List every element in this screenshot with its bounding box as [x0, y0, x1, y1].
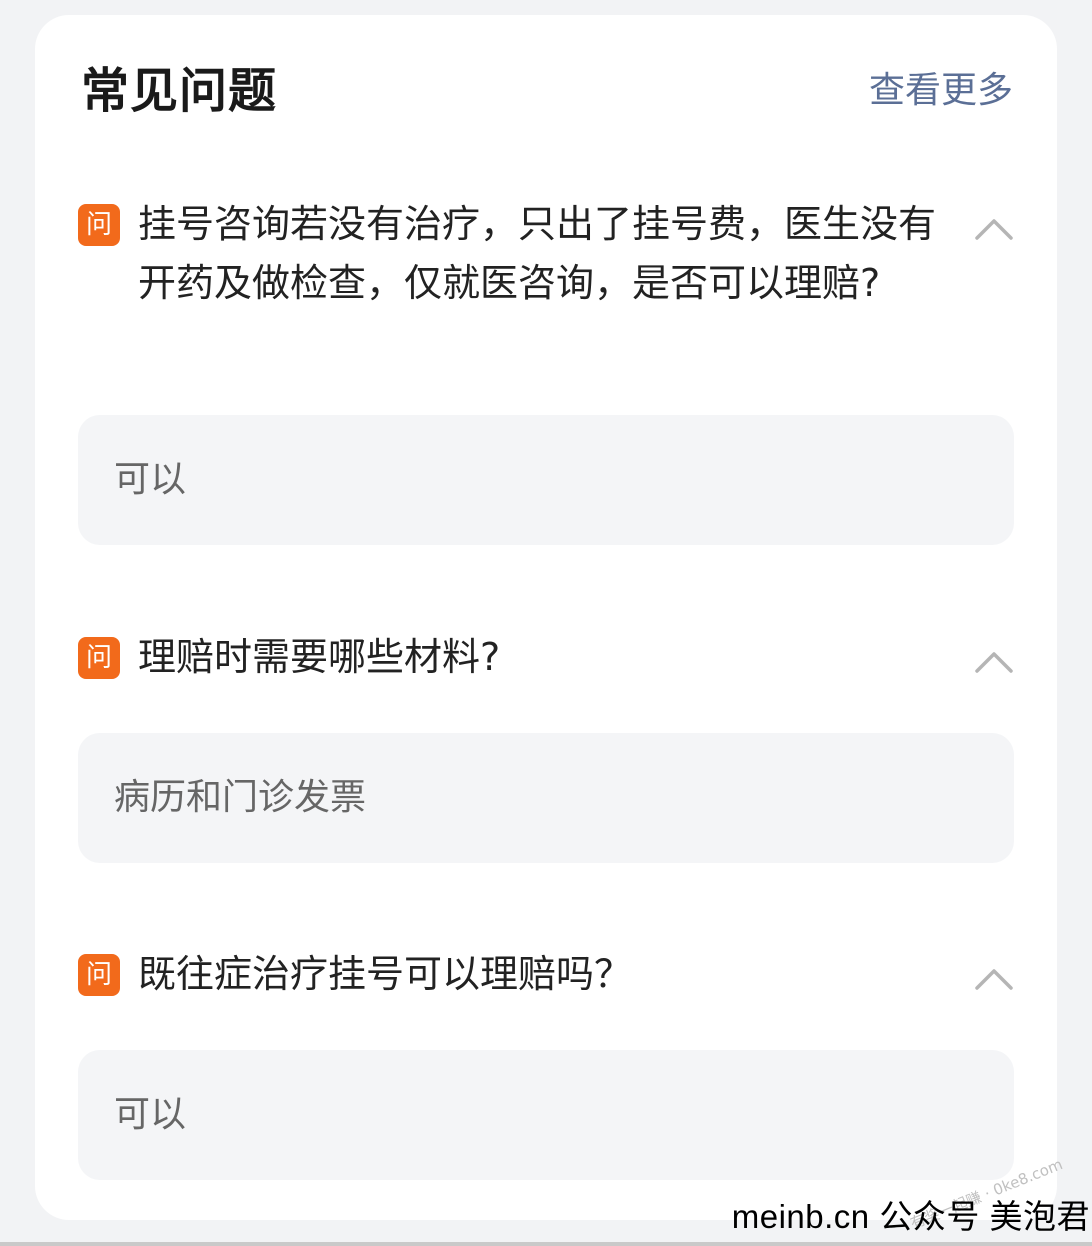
bottom-divider [0, 1242, 1092, 1246]
question-row[interactable]: 问 既往症治疗挂号可以理赔吗？ [78, 937, 1014, 1017]
answer-box: 可以 [78, 1050, 1014, 1180]
question-row[interactable]: 问 理赔时需要哪些材料? [78, 620, 1014, 700]
question-badge-icon: 问 [78, 204, 120, 246]
page-title: 常见问题 [81, 63, 278, 119]
faq-item-1: 问 挂号咨询若没有治疗，只出了挂号费，医生没有开药及做检查，仅就医咨询，是否可以… [78, 187, 1014, 545]
question-text: 理赔时需要哪些材料? [138, 635, 501, 679]
question-text: 挂号咨询若没有治疗，只出了挂号费，医生没有开药及做检查，仅就医咨询，是否可以理赔… [138, 202, 937, 305]
chevron-up-icon[interactable] [974, 959, 1014, 999]
answer-box: 可以 [78, 415, 1014, 545]
question-badge-icon: 问 [78, 637, 120, 679]
question-badge-icon: 问 [78, 954, 120, 996]
answer-text: 可以 [114, 1094, 187, 1135]
site-watermark: meinb.cn 公众号 美泡君 [731, 1198, 1090, 1235]
faq-item-2: 问 理赔时需要哪些材料? 病历和门诊发票 [78, 620, 1014, 863]
answer-text: 可以 [114, 459, 187, 500]
view-more-link[interactable]: 查看更多 [869, 61, 1013, 113]
faq-item-3: 问 既往症治疗挂号可以理赔吗？ 可以 [78, 937, 1014, 1180]
question-text: 既往症治疗挂号可以理赔吗？ [138, 952, 633, 996]
answer-text: 病历和门诊发票 [114, 777, 367, 818]
faq-header: 常见问题 查看更多 [35, 15, 1057, 155]
answer-box: 病历和门诊发票 [78, 733, 1014, 863]
faq-card: 常见问题 查看更多 问 挂号咨询若没有治疗，只出了挂号费，医生没有开药及做检查，… [35, 15, 1057, 1220]
question-row[interactable]: 问 挂号咨询若没有治疗，只出了挂号费，医生没有开药及做检查，仅就医咨询，是否可以… [78, 187, 1014, 387]
chevron-up-icon[interactable] [974, 209, 1014, 249]
chevron-up-icon[interactable] [974, 642, 1014, 682]
